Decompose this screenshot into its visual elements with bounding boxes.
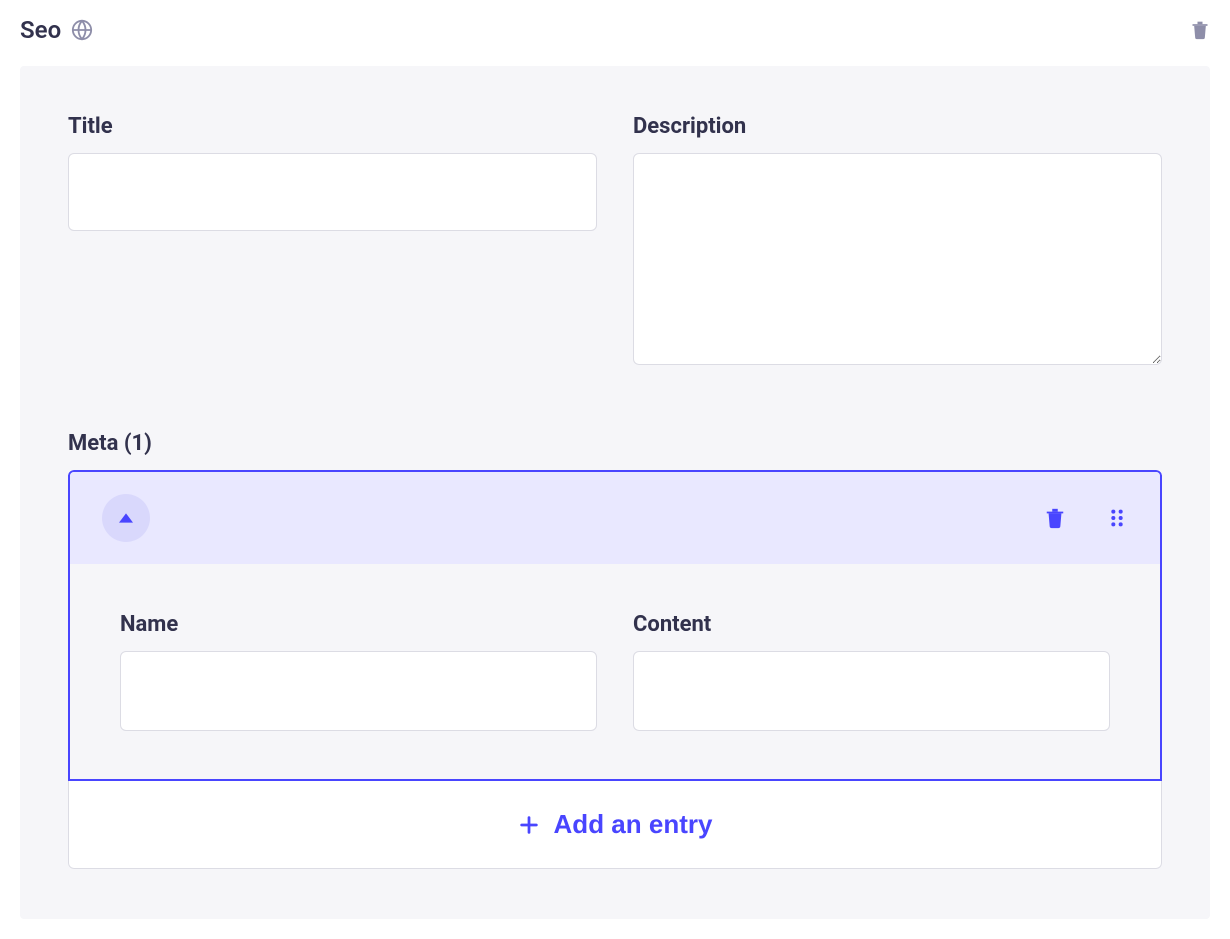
globe-icon	[71, 19, 93, 41]
description-field: Description	[633, 114, 1162, 369]
component-panel: Title Description Meta (1)	[20, 66, 1210, 919]
trash-icon	[1044, 506, 1066, 530]
meta-entry-body: Name Content	[70, 564, 1160, 779]
delete-entry-button[interactable]	[1044, 506, 1066, 530]
title-input[interactable]	[68, 153, 597, 231]
drag-handle[interactable]	[1106, 506, 1128, 530]
component-header: Seo	[0, 0, 1230, 66]
meta-content-label: Content	[633, 612, 1110, 637]
component-title: Seo	[20, 16, 61, 44]
seo-top-fields: Title Description	[68, 114, 1162, 369]
plus-icon	[518, 814, 540, 836]
description-input[interactable]	[633, 153, 1162, 365]
meta-name-input[interactable]	[120, 651, 597, 731]
meta-label: Meta (1)	[68, 431, 1162, 456]
trash-icon	[1190, 19, 1210, 41]
caret-up-icon	[119, 513, 133, 523]
description-label: Description	[633, 114, 1162, 139]
meta-repeat-container: Name Content Add an entry	[68, 470, 1162, 869]
title-label: Title	[68, 114, 597, 139]
meta-name-field: Name	[120, 612, 597, 731]
delete-component-button[interactable]	[1190, 19, 1210, 41]
drag-icon	[1106, 506, 1128, 530]
meta-entry-actions	[1044, 506, 1128, 530]
meta-name-label: Name	[120, 612, 597, 637]
title-field: Title	[68, 114, 597, 369]
add-entry-label: Add an entry	[554, 809, 713, 840]
add-entry-button[interactable]: Add an entry	[68, 781, 1162, 869]
meta-entry-header	[70, 472, 1160, 564]
meta-content-input[interactable]	[633, 651, 1110, 731]
meta-entry: Name Content	[68, 470, 1162, 781]
meta-content-field: Content	[633, 612, 1110, 731]
component-title-wrap: Seo	[20, 16, 93, 44]
collapse-entry-button[interactable]	[102, 494, 150, 542]
